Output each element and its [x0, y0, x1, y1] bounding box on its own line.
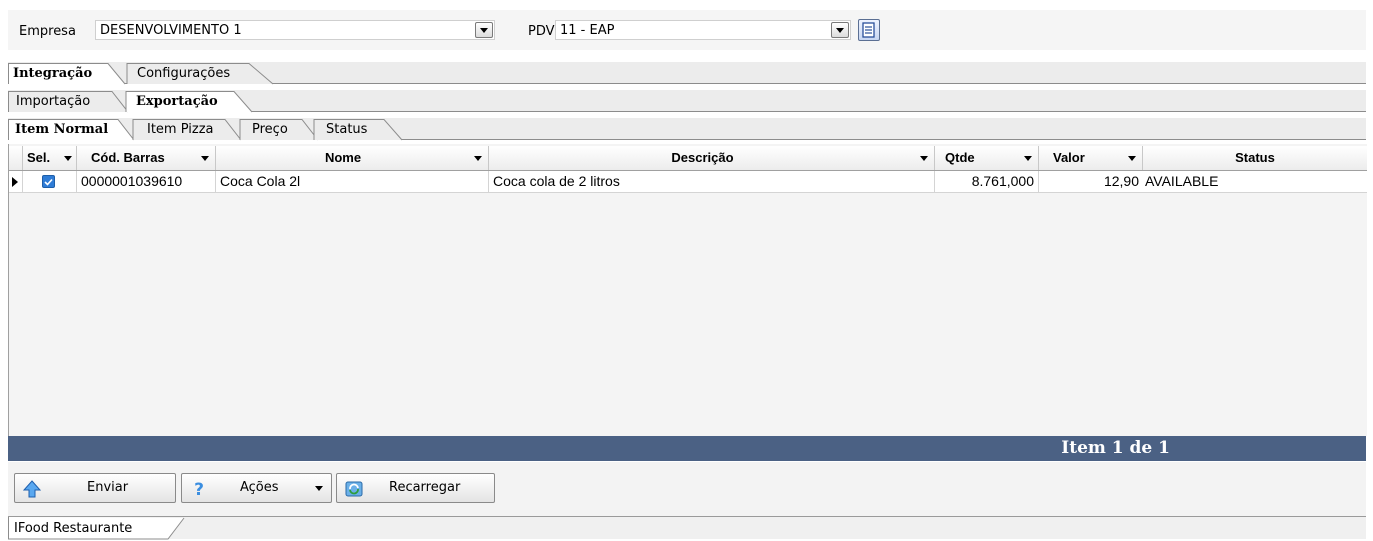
help-icon: ?: [194, 480, 204, 499]
column-header-valor[interactable]: Valor: [1039, 146, 1143, 170]
cell-valor[interactable]: 12,90: [1039, 171, 1143, 192]
enviar-button[interactable]: Enviar: [14, 473, 176, 503]
chevron-down-icon[interactable]: [474, 156, 482, 161]
cell-status[interactable]: AVAILABLE: [1143, 171, 1367, 192]
tab-integracao[interactable]: Integração: [8, 63, 126, 85]
pdv-select[interactable]: 11 - EAP: [555, 20, 851, 40]
column-header-descricao-label: Descrição: [671, 150, 734, 165]
tab-item-pizza-label: Item Pizza: [147, 122, 214, 137]
pdv-select-value: 11 - EAP: [560, 23, 615, 38]
column-header-qtde-label: Qtde: [945, 150, 975, 165]
check-icon: [44, 178, 53, 186]
bottom-tabstrip: IFood Restaurante: [8, 516, 1366, 540]
chevron-down-icon: [315, 486, 323, 491]
tab-ifood-restaurante[interactable]: IFood Restaurante: [8, 517, 188, 540]
column-header-valor-label: Valor: [1053, 150, 1085, 165]
cell-descricao[interactable]: Coca cola de 2 litros: [489, 171, 935, 192]
empresa-select[interactable]: DESENVOLVIMENTO 1: [95, 20, 495, 40]
chevron-down-icon[interactable]: [201, 156, 209, 161]
recarregar-button-label: Recarregar: [389, 480, 461, 495]
refresh-icon: [345, 481, 363, 497]
chevron-down-icon[interactable]: [831, 22, 849, 38]
chevron-down-icon[interactable]: [475, 22, 493, 38]
tab-item-normal[interactable]: Item Normal: [8, 119, 136, 141]
chevron-down-icon[interactable]: [1128, 156, 1136, 161]
tab-integracao-label: Integração: [13, 66, 93, 81]
empresa-select-value: DESENVOLVIMENTO 1: [100, 23, 242, 38]
enviar-button-label: Enviar: [87, 480, 129, 495]
tab-importacao[interactable]: Importação: [8, 91, 130, 113]
grid-header-indicator: [9, 146, 23, 170]
tab-item-normal-label: Item Normal: [15, 122, 109, 137]
report-button[interactable]: [858, 19, 880, 41]
cell-cod-barras[interactable]: 0000001039610: [77, 171, 216, 192]
row-select-checkbox[interactable]: [42, 175, 55, 188]
column-header-cod-barras-label: Cód. Barras: [91, 150, 165, 165]
tab-importacao-label: Importação: [16, 94, 91, 109]
tab-preco[interactable]: Preço: [239, 119, 322, 141]
tabstrip-exportacao: Item Normal Item Pizza Preço Status: [8, 118, 1366, 141]
pdv-label: PDV: [528, 24, 555, 39]
pager-bar: Item 1 de 1: [8, 436, 1366, 461]
tabstrip-integracao: Importação Exportação: [8, 90, 1366, 113]
row-select-cell: [23, 171, 77, 192]
filter-bar: Empresa DESENVOLVIMENTO 1 PDV 11 - EAP: [8, 10, 1366, 50]
column-header-nome-label: Nome: [324, 150, 362, 165]
tab-preco-label: Preço: [252, 122, 288, 137]
acoes-button-label: Ações: [240, 480, 279, 495]
cell-qtde[interactable]: 8.761,000: [935, 171, 1039, 192]
column-header-sel[interactable]: Sel.: [23, 146, 77, 170]
tabstrip-main: Integração Configurações: [8, 62, 1366, 85]
chevron-down-icon[interactable]: [1024, 156, 1032, 161]
pager-text: Item 1 de 1: [1061, 438, 1170, 458]
document-icon: [862, 22, 875, 38]
column-header-status-label: Status: [1235, 150, 1275, 165]
column-header-qtde[interactable]: Qtde: [935, 146, 1039, 170]
empresa-label: Empresa: [19, 24, 76, 39]
recarregar-button[interactable]: Recarregar: [336, 473, 495, 503]
table-row[interactable]: 0000001039610 Coca Cola 2l Coca cola de …: [9, 171, 1367, 193]
column-header-nome[interactable]: Nome: [216, 146, 489, 170]
tab-exportacao[interactable]: Exportação: [125, 91, 266, 113]
tab-item-pizza[interactable]: Item Pizza: [132, 119, 243, 141]
column-header-sel-label: Sel.: [27, 150, 51, 165]
column-header-descricao[interactable]: Descrição: [489, 146, 935, 170]
arrow-up-icon: [22, 480, 42, 498]
cell-nome[interactable]: Coca Cola 2l: [216, 171, 489, 192]
svg-text:?: ?: [194, 480, 204, 499]
row-indicator: [9, 171, 23, 192]
tab-status[interactable]: Status: [313, 119, 406, 141]
chevron-down-icon[interactable]: [64, 156, 72, 161]
tab-configuracoes[interactable]: Configurações: [126, 63, 277, 85]
row-pointer-icon: [12, 177, 18, 187]
action-bar: Enviar ? Ações Recarregar: [8, 462, 1366, 516]
grid-header: Sel. Cód. Barras Nome Descrição Qtde Val…: [9, 146, 1367, 171]
tab-ifood-restaurante-label: IFood Restaurante: [14, 521, 133, 536]
column-header-cod-barras[interactable]: Cód. Barras: [77, 146, 216, 170]
tab-status-label: Status: [326, 122, 368, 137]
acoes-button[interactable]: ? Ações: [181, 473, 332, 503]
items-grid[interactable]: Sel. Cód. Barras Nome Descrição Qtde Val…: [8, 144, 1367, 436]
chevron-down-icon[interactable]: [920, 156, 928, 161]
tab-exportacao-label: Exportação: [136, 94, 218, 109]
tab-configuracoes-label: Configurações: [137, 66, 231, 81]
column-header-status[interactable]: Status: [1143, 146, 1367, 170]
